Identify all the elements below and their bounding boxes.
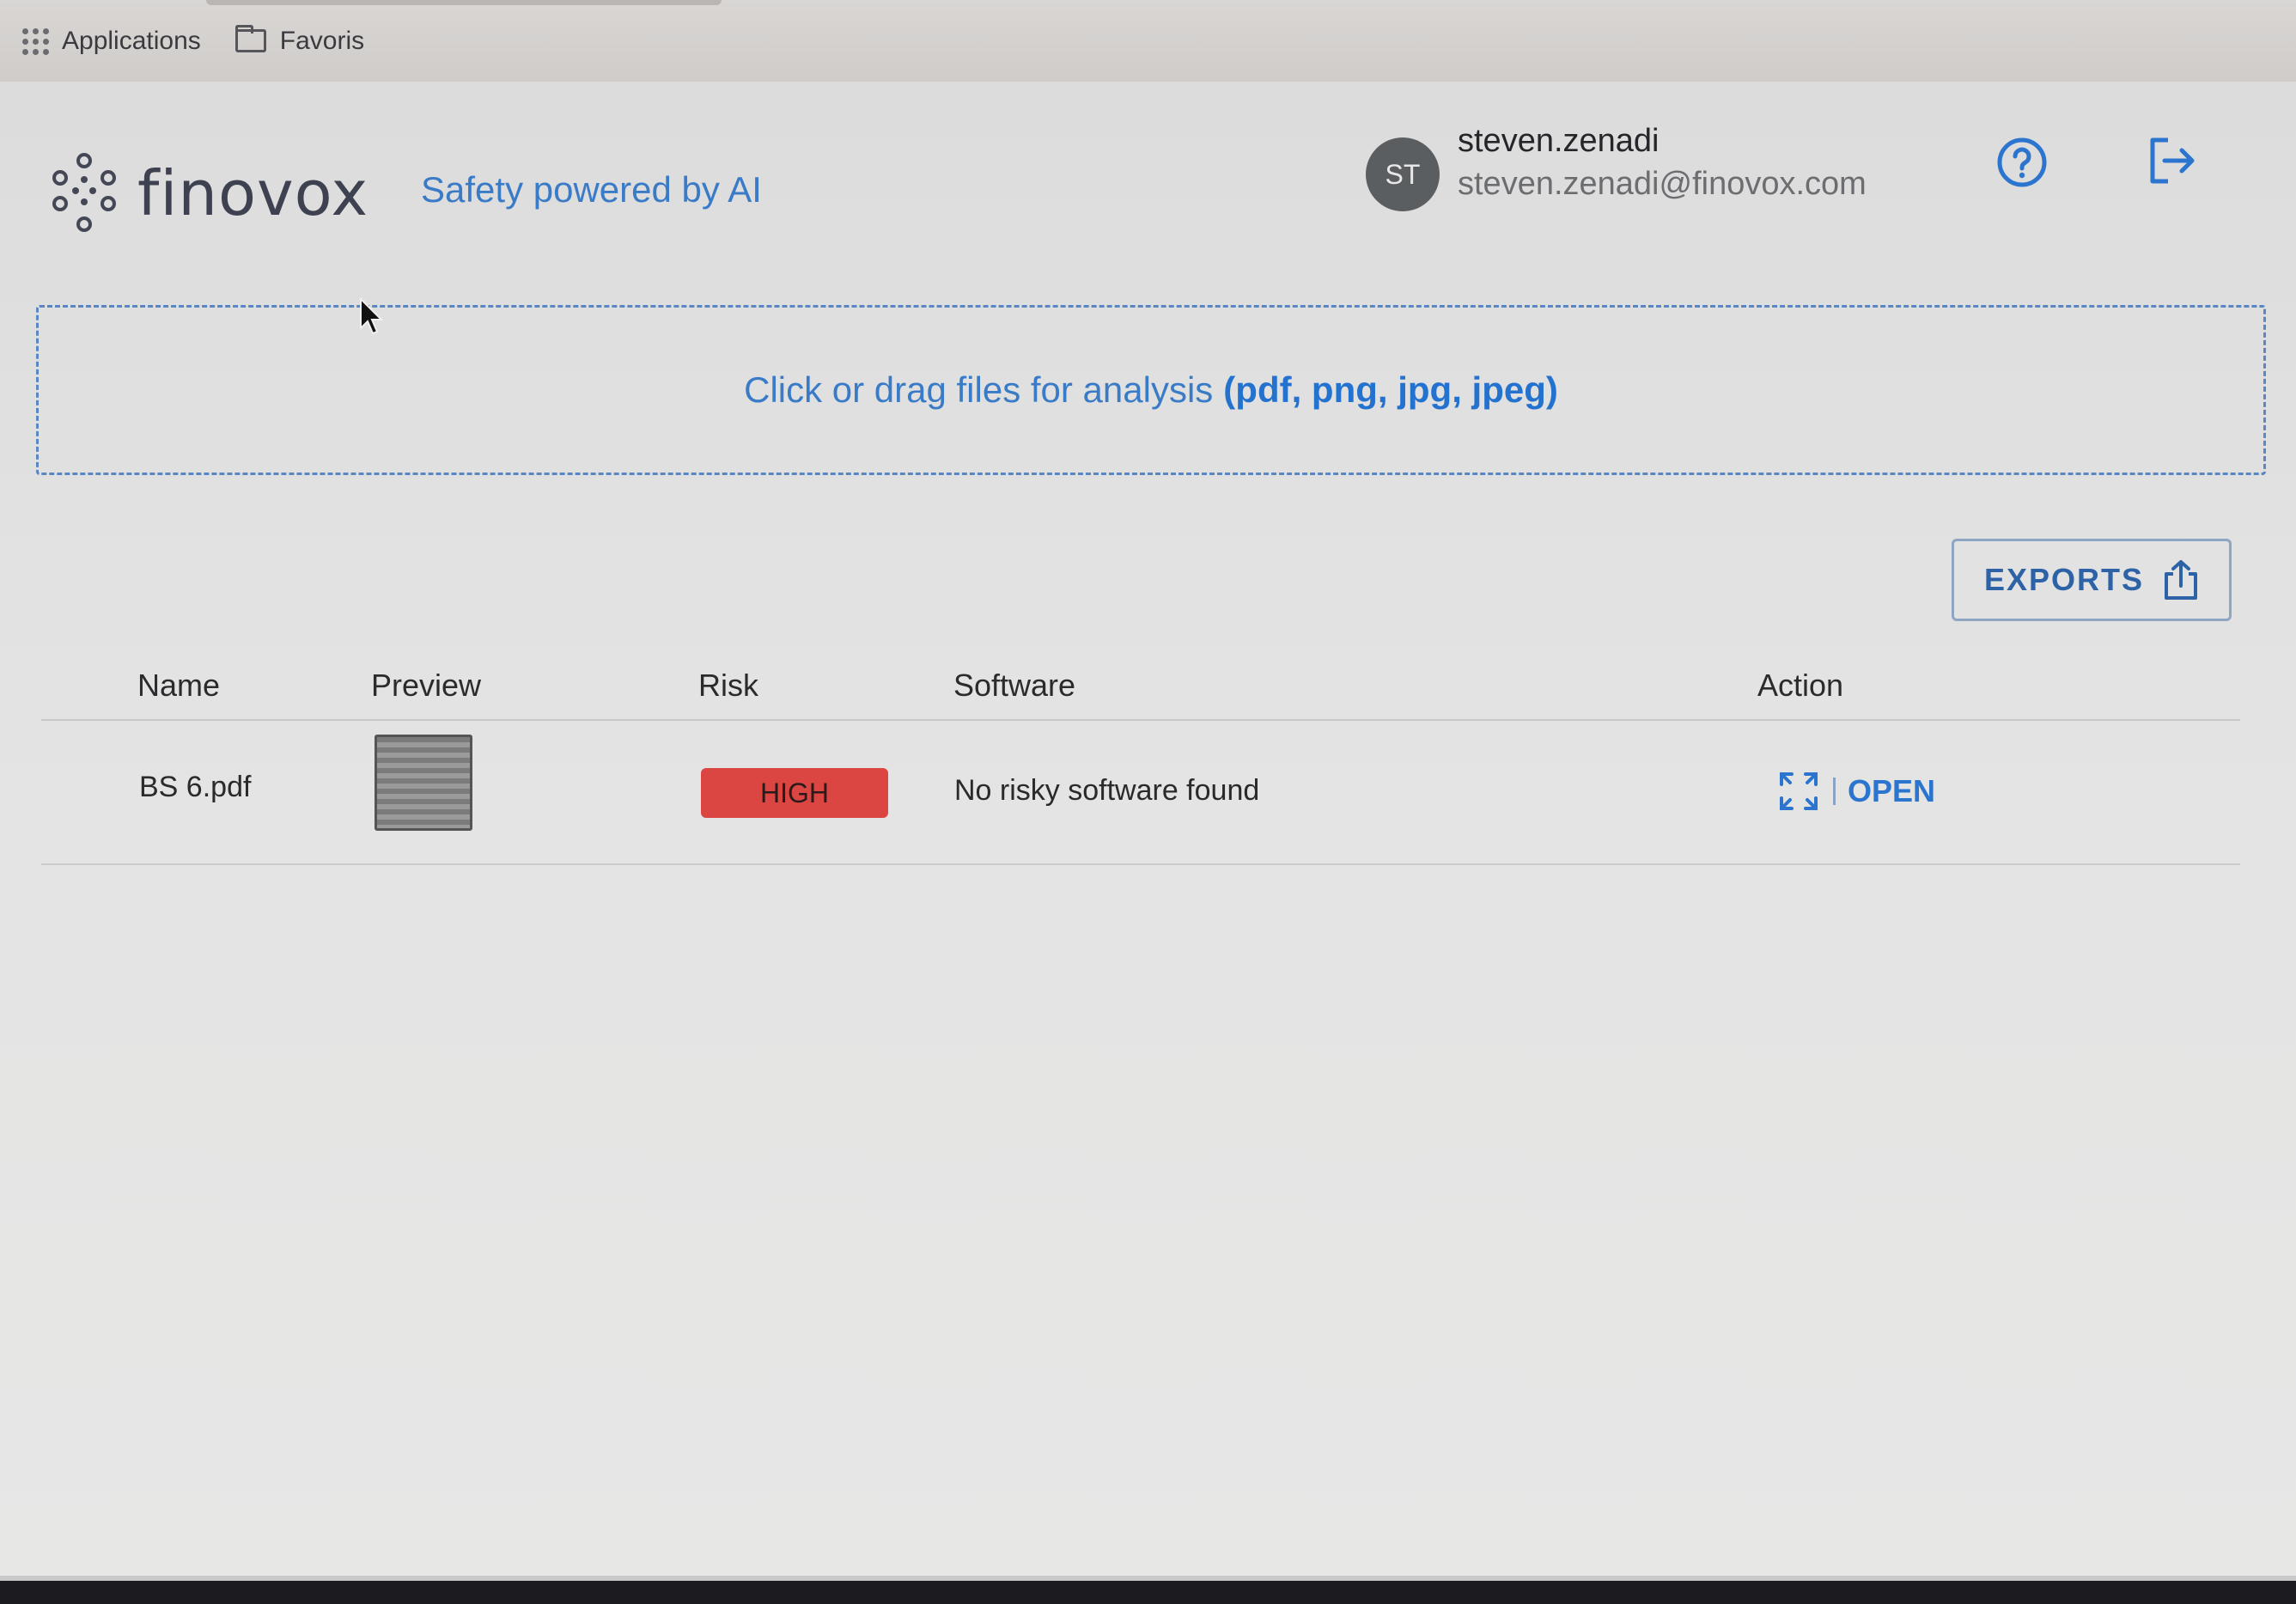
column-header-preview: Preview xyxy=(371,668,482,703)
open-button[interactable]: OPEN xyxy=(1776,769,1935,814)
bookmark-applications[interactable]: Applications xyxy=(22,27,201,56)
open-label: OPEN xyxy=(1848,773,1936,808)
action-separator xyxy=(1833,778,1836,805)
exports-button[interactable]: EXPORTS xyxy=(1952,539,2232,621)
apps-grid-icon xyxy=(22,27,49,55)
bookmark-label: Favoris xyxy=(279,26,365,55)
help-circle-icon xyxy=(1997,137,2047,187)
screen: Applications Favoris finovox Safety powe… xyxy=(0,0,2296,1604)
exports-label: EXPORTS xyxy=(1983,562,2145,597)
file-preview-thumbnail[interactable] xyxy=(375,735,472,831)
folder-icon xyxy=(234,25,266,52)
logo-text: finovox xyxy=(137,157,369,229)
bookmarks-bar: Applications Favoris xyxy=(0,0,2296,82)
active-tab-edge xyxy=(206,0,722,5)
avatar[interactable]: ST xyxy=(1366,137,1440,211)
bookmark-favoris[interactable]: Favoris xyxy=(234,25,365,56)
risk-badge: HIGH xyxy=(701,768,888,818)
tagline: Safety powered by AI xyxy=(421,169,762,210)
software-result: No risky software found xyxy=(954,774,1260,807)
mouse-cursor-icon xyxy=(360,297,384,335)
dropzone-text: Click or drag files for analysis xyxy=(744,369,1214,410)
app-header: finovox Safety powered by AI ST steven.z… xyxy=(0,82,2296,284)
analysis-table: Name Preview Risk Software Action BS 6.p… xyxy=(41,649,2240,865)
column-header-risk[interactable]: Risk xyxy=(698,668,758,704)
share-upload-icon xyxy=(2165,560,2198,600)
finovox-logo[interactable]: finovox xyxy=(48,152,368,235)
table-row[interactable]: BS 6.pdf HIGH No risky software found OP… xyxy=(41,721,2240,865)
app-page: finovox Safety powered by AI ST steven.z… xyxy=(0,82,2296,1581)
dropzone-formats: (pdf, png, jpg, jpeg) xyxy=(1223,369,1558,410)
column-header-action: Action xyxy=(1757,668,1844,703)
column-header-software: Software xyxy=(953,668,1076,703)
user-name: steven.zenadi xyxy=(1458,123,1660,159)
table-header: Name Preview Risk Software Action xyxy=(41,649,2240,721)
logout-icon xyxy=(2150,137,2195,184)
help-button[interactable] xyxy=(1995,135,2049,190)
logout-button[interactable] xyxy=(2144,133,2199,188)
column-header-name[interactable]: Name xyxy=(137,668,220,704)
file-name: BS 6.pdf xyxy=(139,771,252,803)
expand-icon xyxy=(1780,772,1818,810)
user-email: steven.zenadi@finovox.com xyxy=(1458,166,1867,202)
logo-mark-icon xyxy=(52,153,116,232)
bookmark-label: Applications xyxy=(62,26,201,55)
